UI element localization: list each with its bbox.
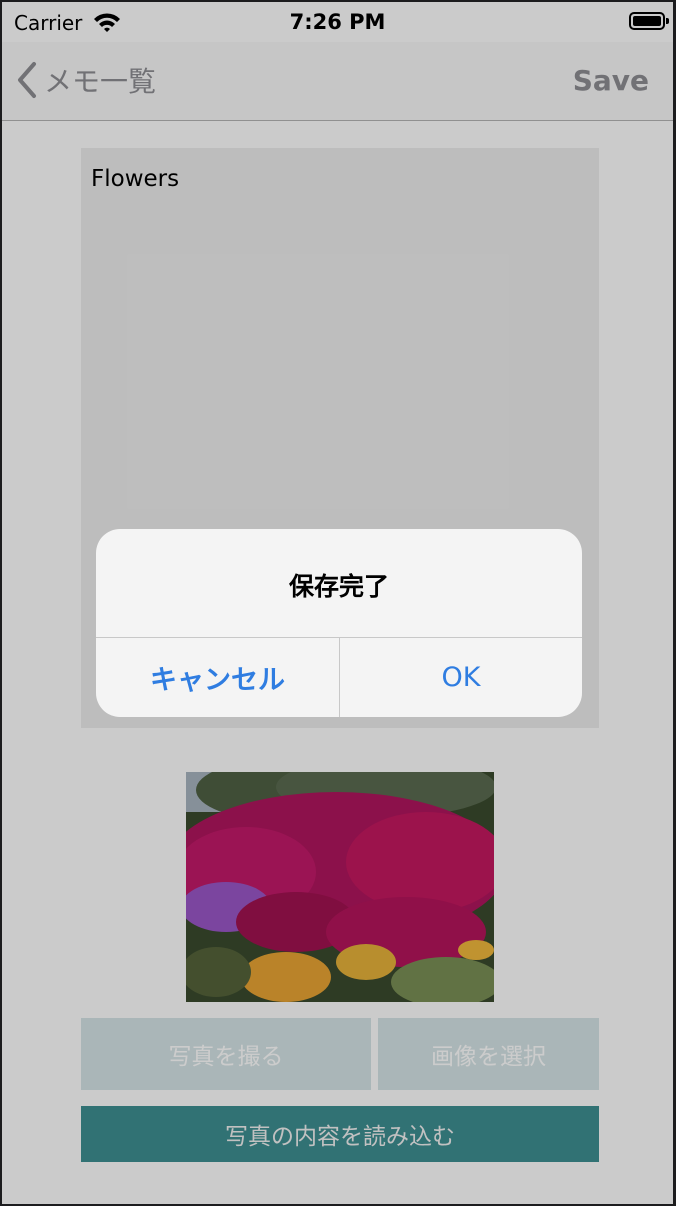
alert-title: 保存完了 (288, 572, 389, 601)
screen: Carrier 7:26 PM メモ一覧 Save Flowers 写真を撮る … (2, 2, 673, 1204)
alert-dialog: 保存完了 キャンセル OK (96, 529, 582, 717)
alert-ok-button[interactable]: OK (340, 638, 582, 717)
alert-cancel-button[interactable]: キャンセル (96, 638, 339, 717)
